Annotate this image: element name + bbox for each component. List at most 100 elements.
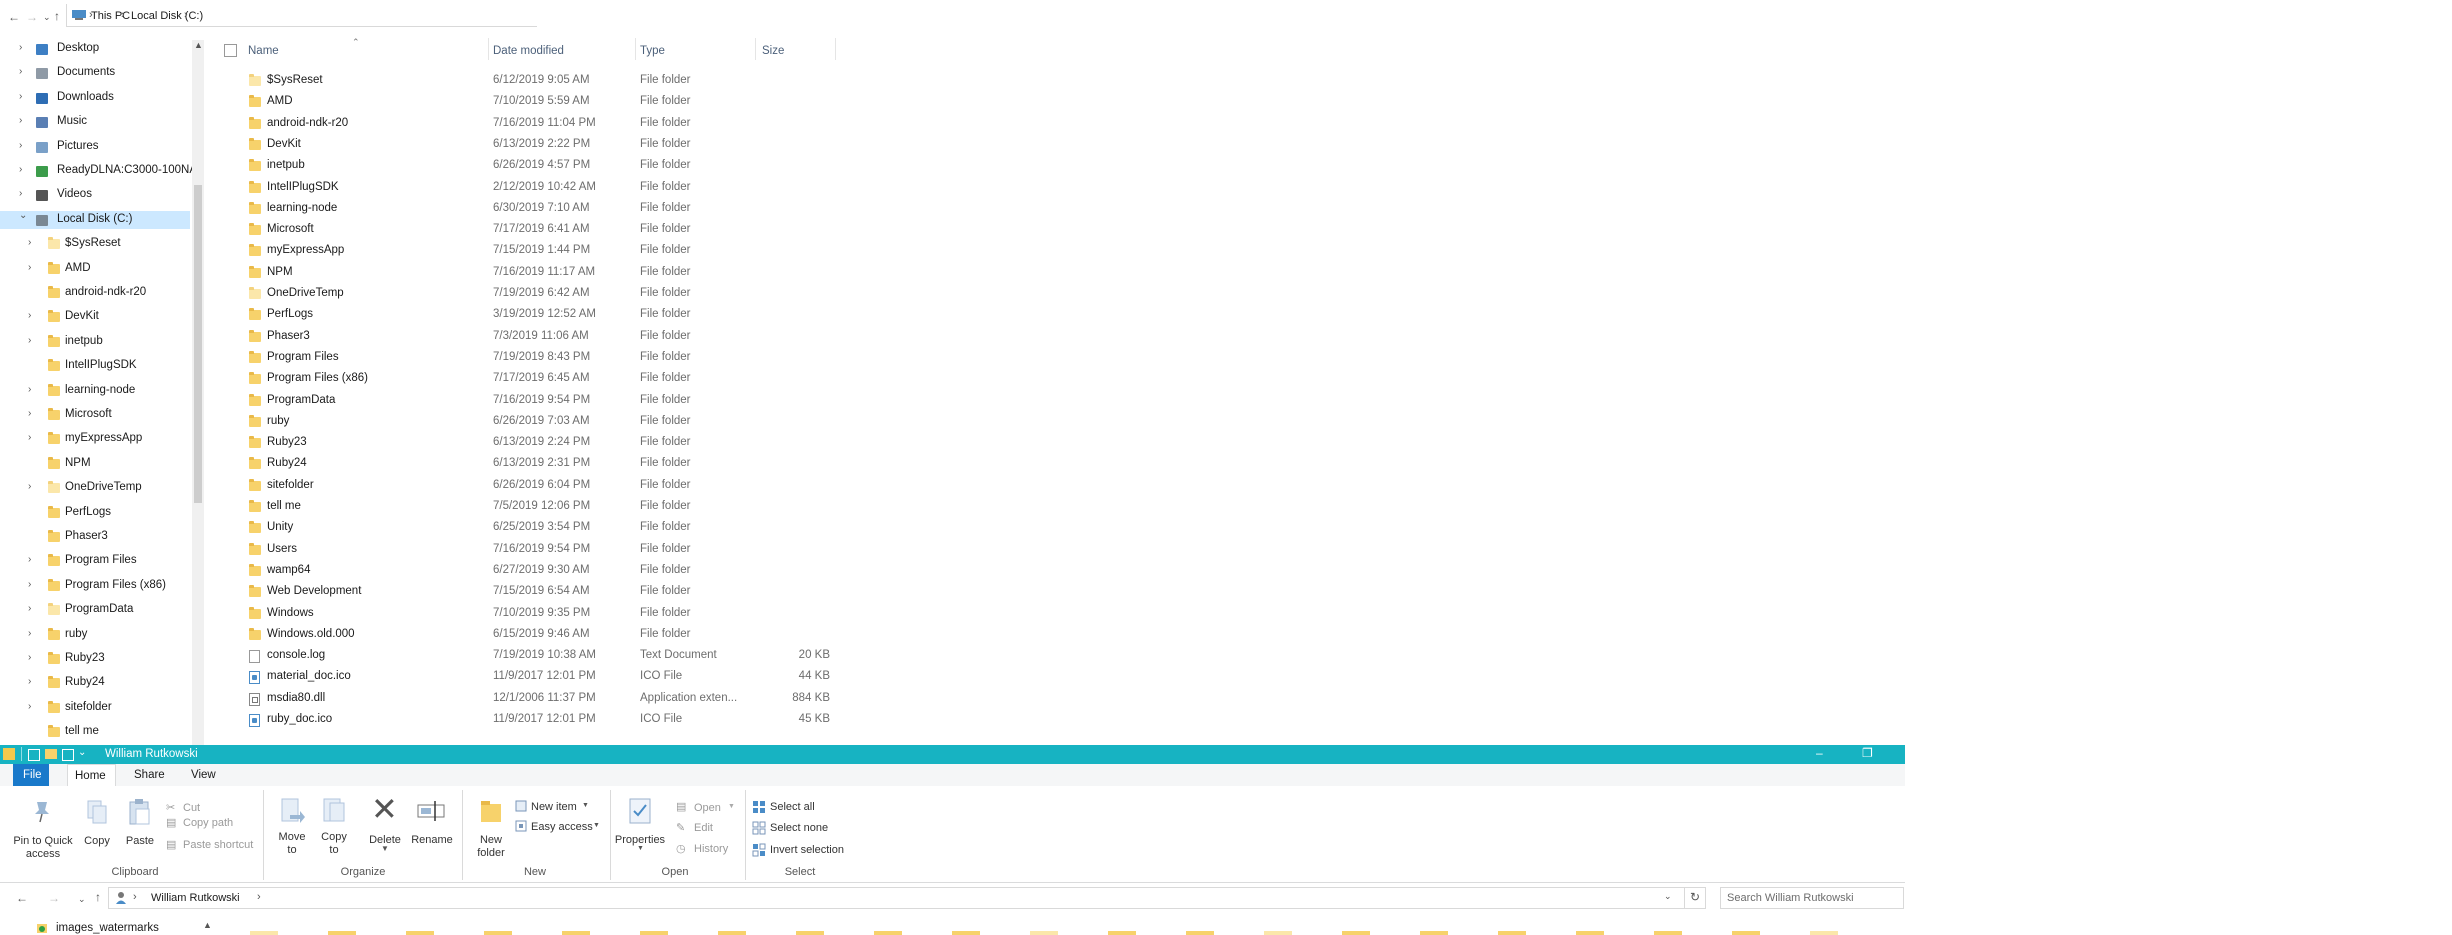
file-row[interactable]: IntelIPlugSDK 2/12/2019 10:42 AM File fold…	[244, 178, 836, 198]
file-row[interactable]: Web Development 7/15/2019 6:54 AM File fol…	[244, 582, 836, 602]
tab-view[interactable]: View	[191, 769, 216, 781]
file-row[interactable]: Ruby23 6/13/2019 2:24 PM File folder	[244, 433, 836, 453]
file-row[interactable]: msdia80.dll 12/1/2006 11:37 PM Application…	[244, 689, 836, 709]
tab-share[interactable]: Share	[134, 769, 165, 781]
file-row[interactable]: Windows.old.000 6/15/2019 9:46 AM File fol…	[244, 625, 836, 645]
open-dropdown-icon[interactable]: ▼	[728, 803, 735, 810]
paste-shortcut-button[interactable]: Paste shortcut	[183, 839, 253, 851]
large-folder-icon[interactable]	[1576, 931, 1604, 935]
large-folder-icon[interactable]	[1420, 931, 1448, 935]
search-input[interactable]: Search William Rutkowski	[1720, 887, 1904, 909]
file-row[interactable]: Users 7/16/2019 9:54 PM File folder	[244, 540, 836, 560]
open-button[interactable]: Open	[694, 802, 721, 814]
large-folder-icon[interactable]	[1654, 931, 1682, 935]
large-folder-icon[interactable]	[952, 931, 980, 935]
large-folder-icon[interactable]	[1732, 931, 1760, 935]
easy-access-dropdown-icon[interactable]: ▼	[593, 822, 600, 829]
file-row[interactable]: ruby 6/26/2019 7:03 AM File folder	[244, 412, 836, 432]
large-folder-icon[interactable]	[328, 931, 356, 935]
file-row[interactable]: learning-node 6/30/2019 7:10 AM File folde…	[244, 199, 836, 219]
copy-to-button[interactable]: Copy to	[318, 831, 350, 857]
recent-locations-chevron-icon[interactable]: ⌄	[78, 891, 86, 907]
large-folder-icon[interactable]	[718, 931, 746, 935]
file-row[interactable]: android-ndk-r20 7/16/2019 11:04 PM File fo…	[244, 114, 836, 134]
edit-button[interactable]: Edit	[694, 822, 713, 834]
file-name: myExpressApp	[267, 244, 345, 257]
file-row[interactable]: Program Files 7/19/2019 8:43 PM File folde…	[244, 348, 836, 368]
forward-arrow-icon[interactable]: →	[48, 890, 60, 906]
file-list[interactable]: $SysReset 6/12/2019 9:05 AM File folder AMD…	[0, 0, 850, 745]
easy-access-button[interactable]: Easy access	[531, 821, 593, 833]
minimize-icon[interactable]: –	[1816, 746, 1823, 760]
file-row[interactable]: Ruby24 6/13/2019 2:31 PM File folder	[244, 454, 836, 474]
file-row[interactable]: Microsoft 7/17/2019 6:41 AM File folder	[244, 220, 836, 240]
title-bar[interactable]: ⌄ William Rutkowski – ❐	[0, 745, 1905, 764]
large-folder-icon[interactable]	[406, 931, 434, 935]
breadcrumb-user[interactable]: William Rutkowski	[151, 892, 240, 904]
file-row[interactable]: sitefolder 6/26/2019 6:04 PM File folder	[244, 476, 836, 496]
select-none-button[interactable]: Select none	[770, 822, 828, 834]
file-row[interactable]: $SysReset 6/12/2019 9:05 AM File folder	[244, 71, 836, 91]
copy-path-button[interactable]: Copy path	[183, 817, 233, 829]
properties-quick-icon[interactable]	[28, 749, 40, 761]
file-row[interactable]: ruby_doc.ico 11/9/2017 12:01 PM ICO File 45…	[244, 710, 836, 730]
rename-button[interactable]: Rename	[411, 834, 453, 847]
scroll-up-icon[interactable]: ▲	[203, 920, 212, 930]
file-row[interactable]: Program Files (x86) 7/17/2019 6:45 AM File…	[244, 369, 836, 389]
properties-dropdown-icon[interactable]: ▼	[637, 845, 644, 852]
customize-toolbar-chevron-icon[interactable]: ⌄	[78, 747, 86, 758]
large-folder-icon[interactable]	[1264, 931, 1292, 935]
up-arrow-icon[interactable]: ↑	[95, 889, 101, 905]
copy-button[interactable]: Copy	[82, 835, 112, 848]
large-folder-icon[interactable]	[1186, 931, 1214, 935]
file-row[interactable]: console.log 7/19/2019 10:38 AM Text Docume…	[244, 646, 836, 666]
file-row[interactable]: tell me 7/5/2019 12:06 PM File folder	[244, 497, 836, 517]
large-folder-icon[interactable]	[1108, 931, 1136, 935]
new-item-button[interactable]: New item	[531, 801, 577, 813]
pin-to-quick-access-button[interactable]: Pin to Quick access	[11, 835, 75, 861]
file-row[interactable]: DevKit 6/13/2019 2:22 PM File folder	[244, 135, 836, 155]
file-row[interactable]: myExpressApp 7/15/2019 1:44 PM File folder	[244, 241, 836, 261]
large-folder-icon[interactable]	[874, 931, 902, 935]
large-folder-icon[interactable]	[1810, 931, 1838, 935]
file-row[interactable]: ProgramData 7/16/2019 9:54 PM File folder	[244, 391, 836, 411]
address-dropdown-chevron-icon[interactable]: ⌄	[1664, 891, 1672, 902]
explorer-app-icon[interactable]	[3, 748, 15, 760]
large-folder-icon[interactable]	[1498, 931, 1526, 935]
back-arrow-icon[interactable]: ←	[16, 890, 28, 906]
file-row[interactable]: material_doc.ico 11/9/2017 12:01 PM ICO Fi…	[244, 667, 836, 687]
large-folder-icon[interactable]	[1030, 931, 1058, 935]
move-to-button[interactable]: Move to	[276, 831, 308, 857]
file-row[interactable]: OneDriveTemp 7/19/2019 6:42 AM File folder	[244, 284, 836, 304]
invert-selection-button[interactable]: Invert selection	[770, 844, 844, 856]
file-row[interactable]: AMD 7/10/2019 5:59 AM File folder	[244, 92, 836, 112]
maximize-icon[interactable]: ❐	[1862, 746, 1873, 760]
large-folder-icon[interactable]	[250, 931, 278, 935]
large-folder-icon[interactable]	[640, 931, 668, 935]
new-folder-quick-icon[interactable]	[45, 749, 57, 759]
tab-home[interactable]: Home	[67, 764, 116, 788]
history-button[interactable]: History	[694, 843, 728, 855]
file-row[interactable]: wamp64 6/27/2019 9:30 AM File folder	[244, 561, 836, 581]
file-row[interactable]: Windows 7/10/2019 9:35 PM File folder	[244, 604, 836, 624]
large-folder-icon[interactable]	[1342, 931, 1370, 935]
paste-button[interactable]: Paste	[124, 835, 156, 848]
select-all-button[interactable]: Select all	[770, 801, 815, 813]
address-bar[interactable]: › William Rutkowski › ⌄	[108, 887, 1685, 909]
new-folder-button[interactable]: New folder	[472, 834, 510, 860]
file-row[interactable]: inetpub 6/26/2019 4:57 PM File folder	[244, 156, 836, 176]
file-row[interactable]: Unity 6/25/2019 3:54 PM File folder	[244, 518, 836, 538]
large-folder-icon[interactable]	[562, 931, 590, 935]
cut-button[interactable]: Cut	[183, 802, 200, 814]
quick-access-toolbar-icon[interactable]	[62, 749, 74, 761]
new-item-dropdown-icon[interactable]: ▼	[582, 802, 589, 809]
delete-dropdown-icon[interactable]: ▼	[381, 844, 389, 853]
tab-file[interactable]: File	[13, 764, 49, 786]
refresh-button[interactable]: ↻	[1685, 887, 1706, 909]
file-row[interactable]: NPM 7/16/2019 11:17 AM File folder	[244, 263, 836, 283]
tree-item-images-watermarks[interactable]: images_watermarks	[56, 922, 159, 934]
large-folder-icon[interactable]	[796, 931, 824, 935]
file-row[interactable]: PerfLogs 3/19/2019 12:52 AM File folder	[244, 305, 836, 325]
large-folder-icon[interactable]	[484, 931, 512, 935]
file-row[interactable]: Phaser3 7/3/2019 11:06 AM File folder	[244, 327, 836, 347]
